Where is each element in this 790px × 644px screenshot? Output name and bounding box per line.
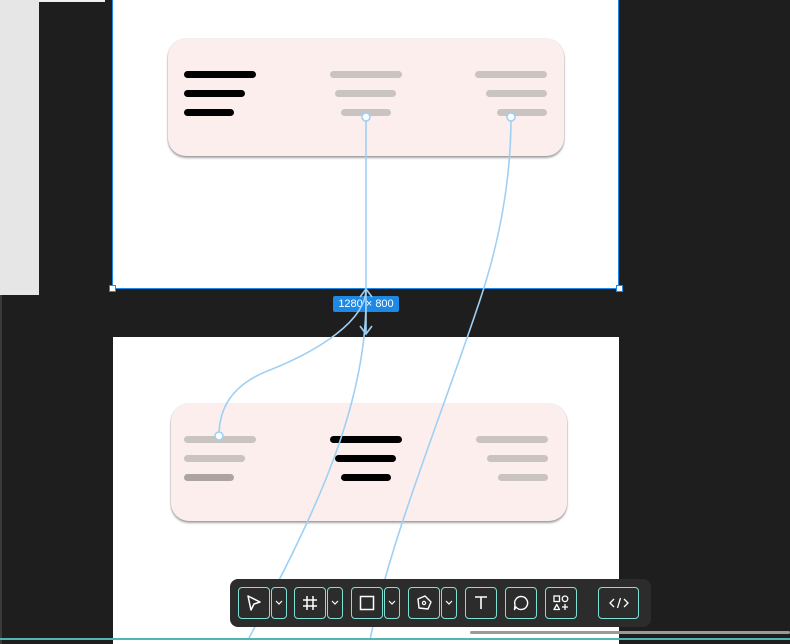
card-top-mid-line-3 (341, 109, 391, 116)
card-top-line-2 (184, 90, 245, 97)
card-top-line-3 (184, 109, 234, 116)
shapes-plus-icon (553, 595, 569, 611)
card-top-line-1 (184, 71, 256, 78)
card-bottom-right-line-3 (498, 474, 548, 481)
left-panel-tab (39, 0, 105, 2)
chevron-down-icon (331, 600, 339, 605)
frame-hash-icon (303, 596, 317, 610)
pen-nib-icon (417, 595, 432, 610)
canvas-edge (0, 295, 2, 644)
frame-tool-button[interactable] (294, 587, 326, 619)
pen-tool-dropdown[interactable] (441, 587, 457, 619)
horizontal-scrollbar[interactable] (470, 631, 790, 634)
card-top-mid-line-2 (335, 90, 396, 97)
card-bottom-left-line-2 (184, 455, 245, 462)
card-top-right-line-2 (486, 90, 547, 97)
move-tool-dropdown[interactable] (271, 587, 287, 619)
text-tool-button[interactable] (465, 587, 497, 619)
move-tool-button[interactable] (238, 587, 270, 619)
card-top-right-line-1 (475, 71, 547, 78)
card-bottom-mid-line-3 (341, 474, 391, 481)
card-top-mid-line-1 (330, 71, 402, 78)
resize-handle-bottom-left[interactable] (109, 285, 116, 292)
bottom-status-line (0, 638, 790, 640)
card-bottom-right-line-1 (476, 436, 548, 443)
code-brackets-icon (608, 597, 629, 609)
card-top[interactable] (168, 39, 564, 156)
card-top-right-line-3 (497, 109, 547, 116)
card-bottom-left-line-1 (184, 436, 256, 443)
bottom-toolbar (230, 579, 651, 627)
chevron-down-icon (388, 600, 396, 605)
chevron-down-icon (445, 600, 453, 605)
text-t-icon (475, 596, 487, 609)
frame-size-badge: 1280 × 800 (333, 296, 399, 312)
comment-tool-button[interactable] (505, 587, 537, 619)
speech-bubble-icon (513, 595, 529, 611)
resize-handle-bottom-right[interactable] (616, 285, 623, 292)
shape-tool-button[interactable] (351, 587, 383, 619)
code-tool-button[interactable] (598, 587, 639, 619)
chevron-down-icon (275, 600, 283, 605)
shape-tool-dropdown[interactable] (384, 587, 400, 619)
pointer-arrow-icon (247, 595, 261, 611)
card-bottom-left-line-3 (184, 474, 234, 481)
frame-tool-dropdown[interactable] (327, 587, 343, 619)
assets-tool-button[interactable] (545, 587, 577, 619)
rectangle-icon (359, 595, 375, 611)
pen-tool-button[interactable] (408, 587, 440, 619)
card-bottom-mid-line-2 (335, 455, 396, 462)
left-panel (0, 0, 39, 295)
card-bottom-right-line-2 (487, 455, 548, 462)
card-bottom-mid-line-1 (330, 436, 402, 443)
card-bottom[interactable] (171, 404, 567, 521)
arrow-down (359, 325, 373, 336)
